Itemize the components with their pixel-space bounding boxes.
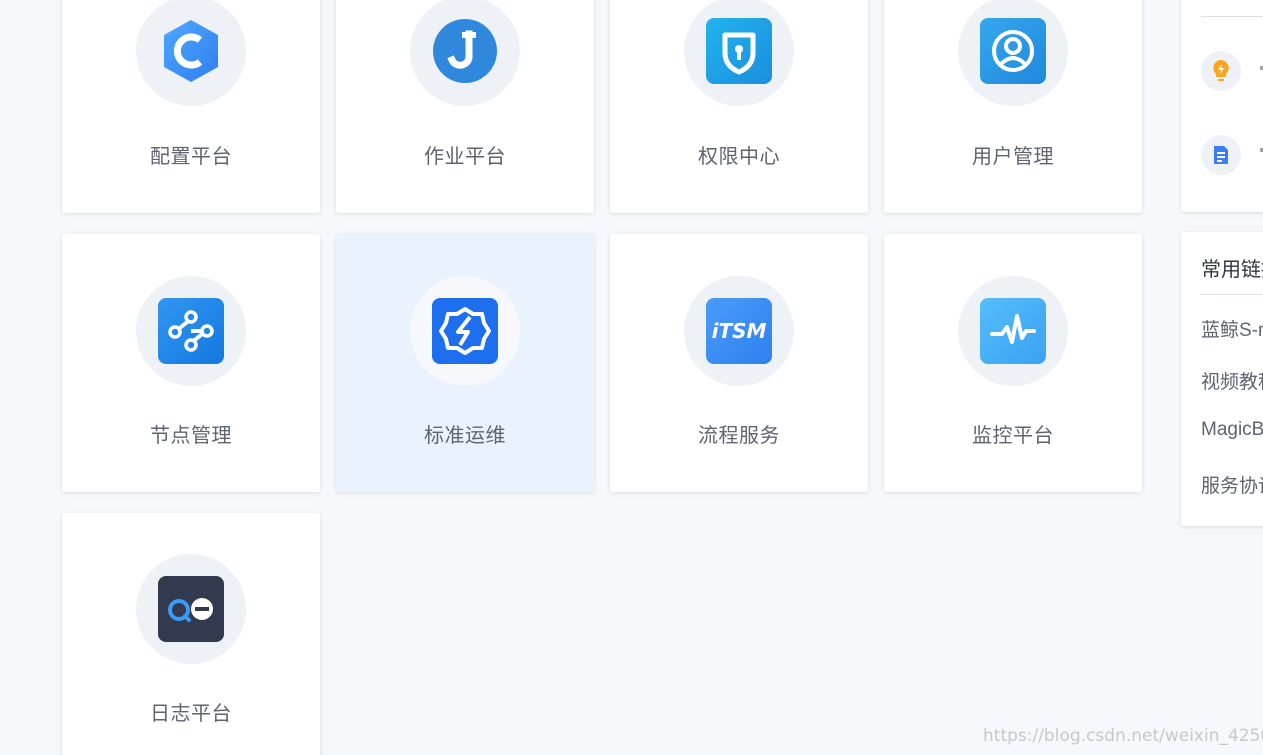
itsm-icon-text: iTSM: [712, 319, 767, 343]
links-panel-title: 常用链接: [1201, 259, 1263, 281]
side-panel-top: [1181, 0, 1263, 212]
link-magicbox[interactable]: MagicBox: [1201, 419, 1263, 441]
app-card-itsm[interactable]: iTSM 流程服务: [610, 234, 868, 492]
app-card-log-platform[interactable]: 日志平台: [62, 513, 320, 755]
job-platform-icon: [432, 18, 498, 84]
app-label: 节点管理: [150, 425, 232, 447]
app-icon-circle: [958, 276, 1068, 386]
app-card-user-management[interactable]: 用户管理: [884, 0, 1142, 213]
monitor-platform-icon: [980, 298, 1046, 364]
app-icon-circle: [136, 554, 246, 664]
app-label: 权限中心: [698, 146, 780, 168]
standard-ops-icon: [432, 298, 498, 364]
app-card-permission-center[interactable]: 权限中心: [610, 0, 868, 213]
app-icon-circle: [136, 276, 246, 386]
app-icon-circle: [410, 0, 520, 106]
app-card-standard-ops[interactable]: 标准运维: [336, 234, 594, 492]
app-card-config-platform[interactable]: 配置平台: [62, 0, 320, 213]
watermark: https://blog.csdn.net/weixin_42507440: [983, 726, 1263, 746]
app-label: 用户管理: [972, 146, 1054, 168]
app-label: 标准运维: [424, 425, 506, 447]
app-label: 日志平台: [150, 703, 232, 725]
app-icon-circle: [136, 0, 246, 106]
app-card-monitor-platform[interactable]: 监控平台: [884, 234, 1142, 492]
app-label: 监控平台: [972, 425, 1054, 447]
app-icon-circle: iTSM: [684, 276, 794, 386]
config-platform-icon: [158, 18, 224, 84]
app-icon-circle: [684, 0, 794, 106]
user-management-icon: [980, 18, 1046, 84]
app-launcher-page: 配置平台 作业平台 权限中心 用户管理 节点管理 标准运维 iTSM 流程服务 …: [0, 0, 1263, 755]
app-icon-circle: [410, 276, 520, 386]
log-platform-icon: [158, 576, 224, 642]
divider: [1201, 294, 1263, 295]
permission-center-icon: [706, 18, 772, 84]
link-service-agreement[interactable]: 服务协议: [1201, 471, 1263, 498]
app-icon-circle: [958, 0, 1068, 106]
link-smart[interactable]: 蓝鲸S-mart: [1201, 315, 1263, 342]
app-card-job-platform[interactable]: 作业平台: [336, 0, 594, 213]
links-panel: 常用链接 蓝鲸S-mart 视频教程 MagicBox 服务协议: [1181, 232, 1263, 526]
app-label: 配置平台: [150, 146, 232, 168]
divider: [1201, 16, 1263, 17]
node-management-icon: [158, 298, 224, 364]
document-icon[interactable]: [1201, 135, 1241, 175]
app-label: 作业平台: [424, 146, 506, 168]
link-video-tutorial[interactable]: 视频教程: [1201, 367, 1263, 394]
itsm-icon: iTSM: [706, 298, 772, 364]
app-card-node-management[interactable]: 节点管理: [62, 234, 320, 492]
lightbulb-icon[interactable]: [1201, 51, 1241, 91]
app-label: 流程服务: [698, 425, 780, 447]
